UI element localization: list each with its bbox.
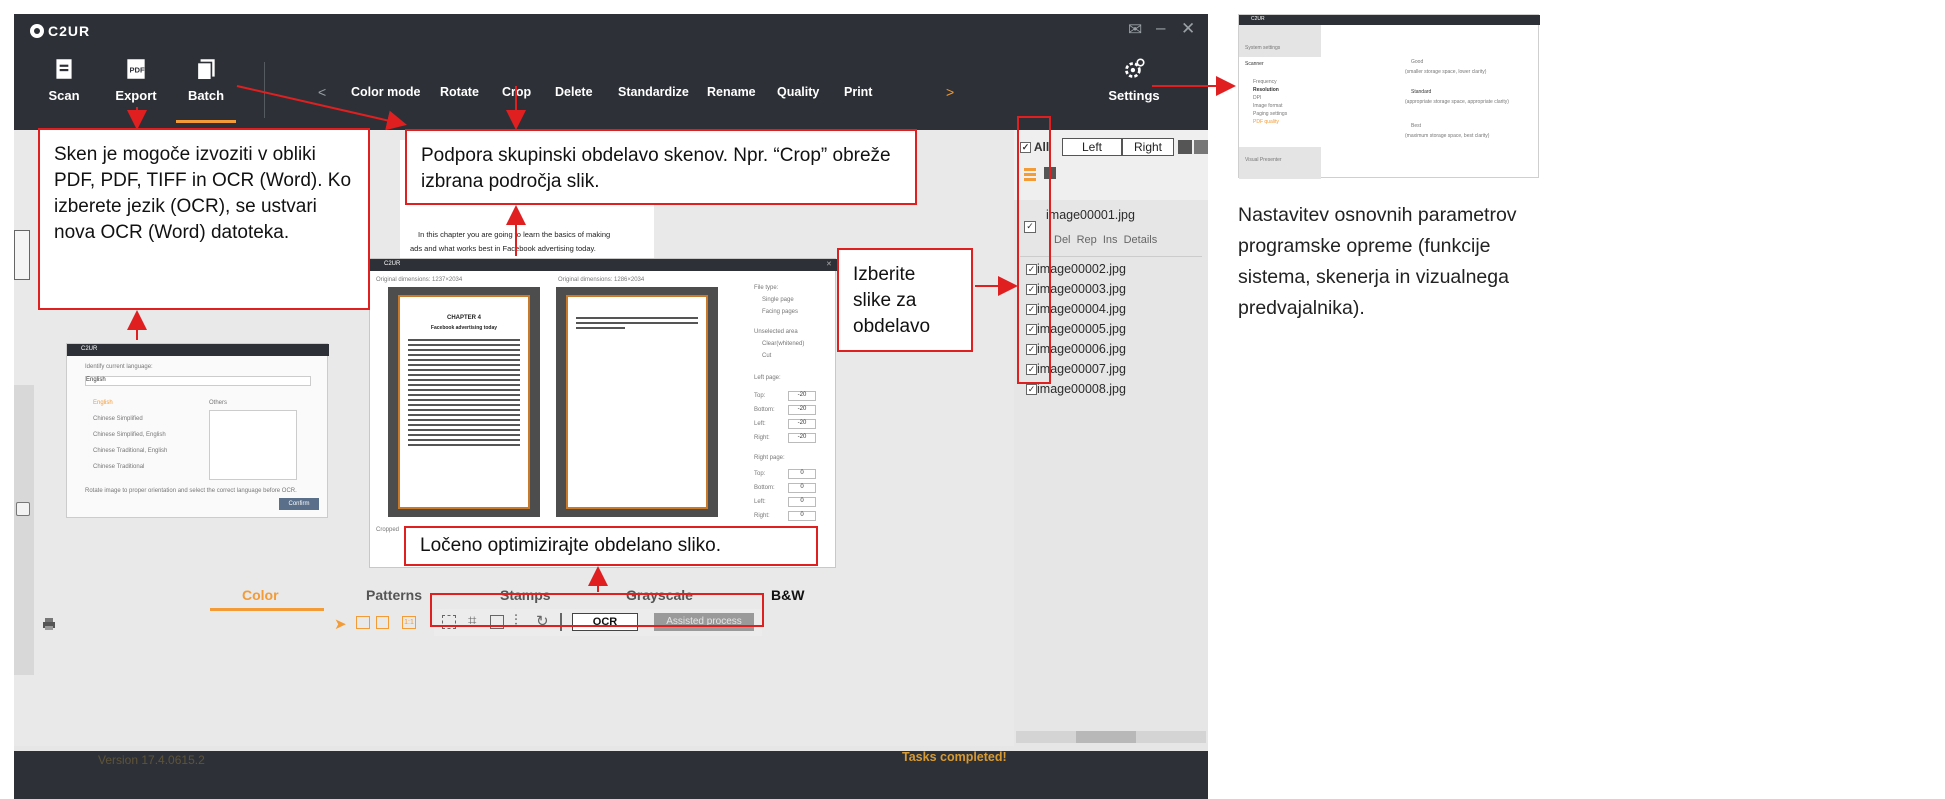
settings-caption: Nastavitev osnovnih parametrov programsk…	[1238, 204, 1517, 319]
settings-good-desc: (smaller storage space, lower clarity)	[1405, 69, 1487, 75]
settings-system[interactable]: System settings	[1245, 45, 1280, 51]
settings-item-frequency[interactable]: Frequency	[1253, 79, 1277, 85]
arrow-batch	[236, 85, 407, 131]
settings-standard[interactable]: Standard	[1411, 89, 1431, 95]
settings-item-image-format[interactable]: Image format	[1253, 103, 1282, 109]
settings-best[interactable]: Best	[1411, 123, 1421, 129]
settings-scanner-section	[1239, 57, 1321, 147]
annotation-arrows	[127, 76, 1236, 592]
settings-title: C2UR	[1251, 16, 1265, 22]
settings-item-pdf-quality[interactable]: PDF quality	[1253, 119, 1279, 125]
settings-standard-desc: (appropriate storage space, appropriate …	[1405, 99, 1509, 105]
settings-item-paging[interactable]: Paging settings	[1253, 111, 1287, 117]
settings-item-resolution[interactable]: Resolution	[1253, 87, 1279, 93]
settings-visual-presenter[interactable]: Visual Presenter	[1245, 157, 1282, 163]
settings-dialog: C2UR System settings Scanner Frequency R…	[1238, 14, 1540, 179]
settings-scanner[interactable]: Scanner	[1245, 61, 1264, 67]
settings-good[interactable]: Good	[1411, 59, 1423, 65]
settings-best-desc: (maximum storage space, best clarity)	[1405, 133, 1490, 139]
settings-item-dpi[interactable]: DPI	[1253, 95, 1261, 101]
settings-titlebar: C2UR	[1239, 15, 1540, 25]
